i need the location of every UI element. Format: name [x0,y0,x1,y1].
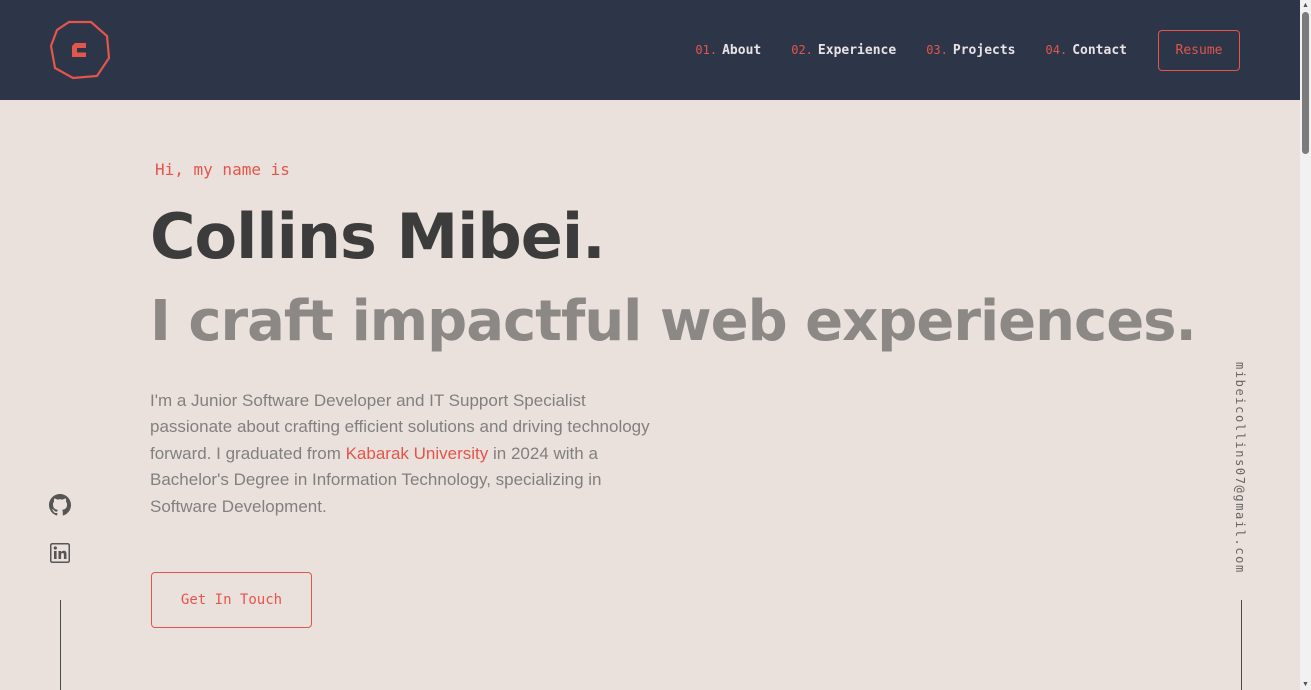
nav-item-contact[interactable]: 04. Contact [1046,43,1127,58]
hero-name: Collins Mibei. [150,200,606,273]
nav-item-experience[interactable]: 02. Experience [791,43,896,58]
nav-number: 02. [791,42,813,57]
logo-icon[interactable] [49,20,111,80]
university-link[interactable]: Kabarak University [346,444,489,463]
hero-greeting: Hi, my name is [155,160,290,179]
nav-label: Projects [952,42,1016,58]
nav-number: 01. [695,42,718,57]
main-nav: 01. About 02. Experience 03. Projects 04… [695,29,1240,71]
hero-bio: I'm a Junior Software Developer and IT S… [150,388,660,520]
nav-number: 04. [1045,42,1068,57]
site-header: 01. About 02. Experience 03. Projects 04… [0,0,1300,100]
left-divider-line [60,600,61,690]
scroll-down-icon[interactable]: ▼ [1300,679,1311,690]
nav-number: 03. [926,42,948,57]
nav-label: Experience [817,42,897,58]
github-icon[interactable] [49,494,71,516]
get-in-touch-button[interactable]: Get In Touch [151,572,312,628]
scroll-up-icon[interactable]: ▲ [1300,0,1311,11]
nav-label: About [722,42,762,58]
nav-label: Contact [1072,42,1127,58]
nav-item-projects[interactable]: 03. Projects [926,43,1015,58]
linkedin-icon[interactable] [50,543,70,563]
right-divider-line [1241,600,1242,690]
email-link[interactable]: mibeicollins07@gmail.com [1233,362,1247,574]
resume-button[interactable]: Resume [1158,29,1240,71]
hero-tagline: I craft impactful web experiences. [150,289,1197,354]
nav-item-about[interactable]: 01. About [695,43,761,58]
scroll-thumb[interactable] [1302,12,1309,154]
page-scrollbar[interactable]: ▲ ▼ [1300,0,1311,690]
